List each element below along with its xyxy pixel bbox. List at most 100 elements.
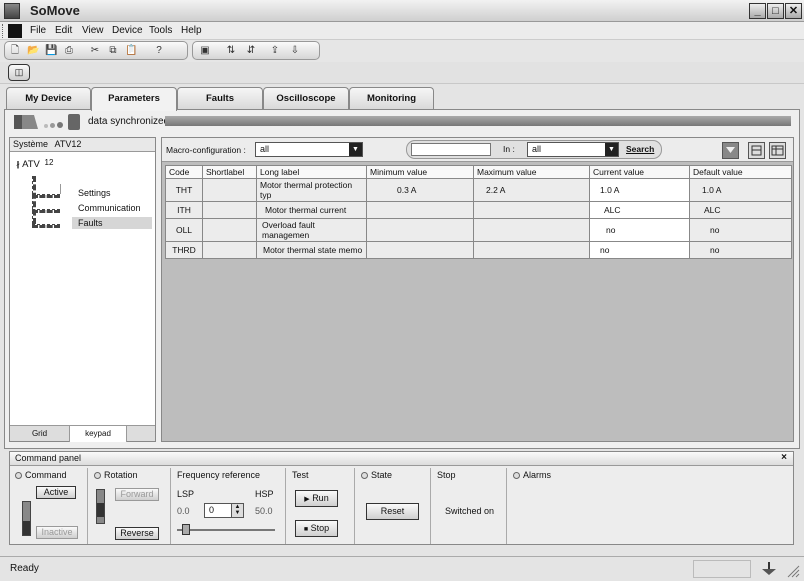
- parameters-table: Code Shortlabel Long label Minimum value…: [165, 165, 792, 259]
- new-icon[interactable]: 🗋: [9, 45, 21, 57]
- table-row[interactable]: ITH Motor thermal current ALC ALC: [165, 201, 792, 219]
- upload-icon[interactable]: ⇪: [269, 45, 281, 57]
- chevron-down-icon[interactable]: ▼: [349, 143, 362, 156]
- disconnect-icon[interactable]: ⇵: [245, 45, 257, 57]
- macro-config-select[interactable]: all ▼: [255, 142, 363, 157]
- tab-keypad[interactable]: keypad: [70, 426, 127, 442]
- tab-oscilloscope[interactable]: Oscilloscope: [263, 87, 349, 110]
- download-icon[interactable]: ⇩: [289, 45, 301, 57]
- open-icon[interactable]: 📂: [27, 45, 39, 57]
- cell-shortlabel: [202, 218, 257, 242]
- search-link[interactable]: Search: [626, 144, 654, 154]
- tree-root[interactable]: ∦ ATV 12: [16, 158, 53, 170]
- stepper-arrows-icon[interactable]: ▲ ▼: [231, 504, 243, 517]
- device-info-icon[interactable]: ◫: [8, 64, 30, 81]
- column-header[interactable]: Shortlabel: [202, 165, 257, 179]
- toolbar-group-device: ▣ ⇅ ⇵ ⇪ ⇩: [192, 41, 320, 60]
- tab-my-device[interactable]: My Device: [6, 87, 91, 110]
- rotation-switch[interactable]: [96, 489, 105, 524]
- tree-item-communication[interactable]: Communication: [78, 203, 141, 213]
- menu-device[interactable]: Device: [112, 25, 143, 36]
- search-group: In : all ▼ Search: [406, 140, 662, 159]
- cell-long-label: Motor thermal protection typ: [256, 178, 367, 202]
- cell-max: 2.2 A: [473, 178, 590, 202]
- column-header[interactable]: Current value: [589, 165, 690, 179]
- cell-current[interactable]: no: [589, 218, 690, 242]
- close-button[interactable]: ✕: [785, 3, 802, 19]
- reset-button[interactable]: Reset: [366, 503, 419, 520]
- tree-root-suffix: 12: [44, 158, 54, 167]
- in-select[interactable]: all ▼: [527, 142, 619, 157]
- menu-help[interactable]: Help: [181, 25, 202, 36]
- menu-view[interactable]: View: [82, 25, 104, 36]
- cell-current[interactable]: ALC: [589, 201, 690, 219]
- stop-button[interactable]: ■ Stop: [295, 520, 338, 537]
- tab-parameters[interactable]: Parameters: [91, 87, 177, 111]
- hsp-label: HSP: [255, 489, 274, 499]
- help-icon[interactable]: ?: [153, 45, 165, 57]
- frequency-slider-thumb[interactable]: [182, 524, 190, 535]
- device-icon[interactable]: ▣: [199, 45, 211, 57]
- tree-item-settings[interactable]: Settings: [78, 188, 111, 198]
- frequency-slider-track[interactable]: [177, 529, 275, 531]
- toolbar-group-file: 🗋 📂 💾 ⎙ ✂ ⧉ 📋 ?: [4, 41, 188, 60]
- cell-long-label: Overload fault managemen: [256, 218, 367, 242]
- rotation-led-icon: [94, 472, 101, 479]
- forward-button[interactable]: Forward: [115, 488, 159, 501]
- column-header[interactable]: Long label: [256, 165, 367, 179]
- tab-grid[interactable]: Grid: [10, 426, 70, 442]
- cell-current[interactable]: 1.0 A: [589, 178, 690, 202]
- tab-faults[interactable]: Faults: [177, 87, 263, 110]
- connect-icon[interactable]: ⇅: [225, 45, 237, 57]
- menu-edit[interactable]: Edit: [55, 25, 72, 36]
- cut-icon[interactable]: ✂: [89, 45, 101, 57]
- column-header[interactable]: Minimum value: [366, 165, 474, 179]
- column-header[interactable]: Code: [165, 165, 203, 179]
- save-icon[interactable]: 💾: [45, 45, 57, 57]
- system-menu-icon[interactable]: [8, 24, 22, 38]
- frequency-stepper[interactable]: 0 ▲ ▼: [204, 503, 244, 518]
- title-bar: SoMove _ □ ✕: [0, 0, 804, 22]
- secondary-toolbar: ◫: [0, 62, 804, 84]
- maximize-button[interactable]: □: [767, 3, 784, 19]
- table-row[interactable]: THRD Motor thermal state memo no no: [165, 241, 792, 259]
- tree-item-faults[interactable]: Faults: [72, 217, 152, 229]
- close-icon[interactable]: ×: [781, 452, 787, 463]
- run-button[interactable]: ▶ Run: [295, 490, 338, 507]
- menu-file[interactable]: File: [30, 25, 46, 36]
- in-label: In :: [503, 144, 515, 154]
- table-row[interactable]: OLL Overload fault managemen no no: [165, 218, 792, 242]
- state-led-icon: [361, 472, 368, 479]
- cell-max: [473, 241, 590, 259]
- left-panel-tabs: Grid keypad: [10, 425, 155, 442]
- cell-current[interactable]: no: [589, 241, 690, 259]
- column-header[interactable]: Maximum value: [473, 165, 590, 179]
- active-button[interactable]: Active: [36, 486, 76, 499]
- cell-shortlabel: [202, 241, 257, 259]
- menu-tools[interactable]: Tools: [149, 25, 172, 36]
- search-input[interactable]: [411, 143, 491, 156]
- cell-min: [366, 201, 474, 219]
- run-label: Run: [312, 493, 329, 503]
- copy-icon[interactable]: ⧉: [107, 45, 119, 57]
- minimize-button[interactable]: _: [749, 3, 766, 19]
- reverse-button[interactable]: Reverse: [115, 527, 159, 540]
- tab-monitoring[interactable]: Monitoring: [349, 87, 434, 110]
- chevron-down-icon[interactable]: ▼: [605, 143, 618, 156]
- status-bar: Ready: [0, 556, 804, 581]
- macro-config-label: Macro-configuration :: [166, 145, 246, 155]
- print-icon[interactable]: ⎙: [63, 45, 75, 57]
- cell-min: 0.3 A: [366, 178, 474, 202]
- command-switch[interactable]: [22, 501, 31, 536]
- paste-icon[interactable]: 📋: [125, 45, 137, 57]
- filter-icon[interactable]: [722, 142, 739, 159]
- inactive-button[interactable]: Inactive: [36, 526, 78, 539]
- connection-icon[interactable]: [758, 560, 780, 578]
- resize-grip-icon[interactable]: [786, 564, 800, 578]
- list-view-icon[interactable]: [748, 142, 765, 159]
- cell-min: [366, 218, 474, 242]
- column-header[interactable]: Default value: [689, 165, 792, 179]
- table-row[interactable]: THT Motor thermal protection typ 0.3 A 2…: [165, 178, 792, 202]
- test-section: Test ▶ Run ■ Stop: [287, 468, 355, 544]
- grid-view-icon[interactable]: [769, 142, 786, 159]
